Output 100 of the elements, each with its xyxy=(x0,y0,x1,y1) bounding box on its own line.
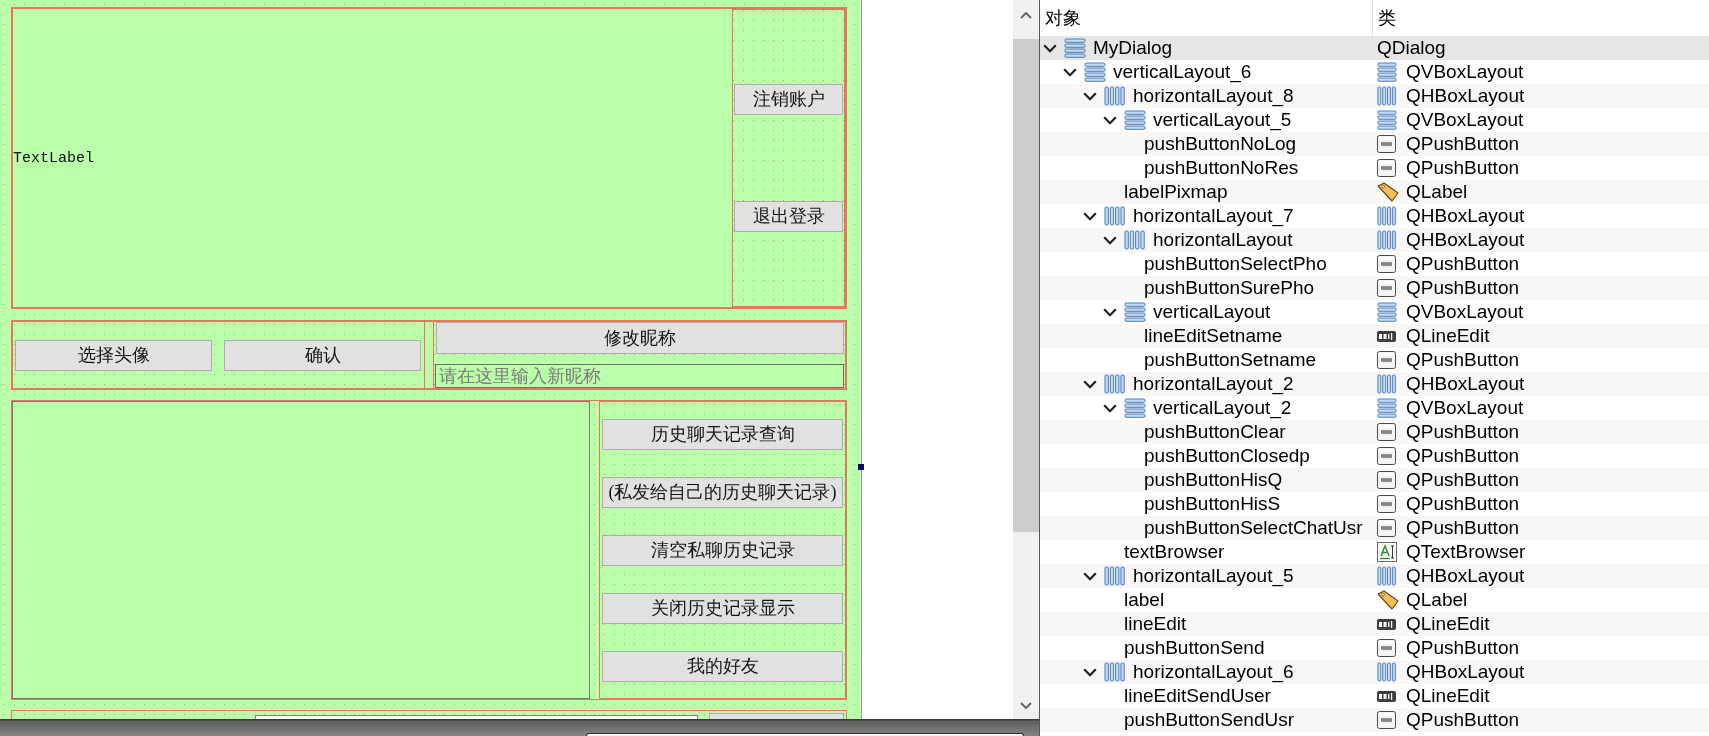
class-name: QVBoxLayout xyxy=(1406,300,1524,324)
push-button[interactable]: 关闭历史记录显示 xyxy=(602,593,843,624)
tree-row[interactable]: pushButtonSelectPho QPushButton xyxy=(1040,252,1709,276)
class-name: QLineEdit xyxy=(1406,684,1490,708)
class-name: QPushButton xyxy=(1406,708,1520,732)
object-name: lineEdit xyxy=(1124,612,1187,636)
tree-row[interactable]: labelPixmap QLabel xyxy=(1040,180,1709,204)
tree-row[interactable]: pushButtonHisS QPushButton xyxy=(1040,492,1709,516)
push-button[interactable]: 选择头像 xyxy=(15,339,212,371)
object-name: lineEditSendUser xyxy=(1124,684,1271,708)
chevron-down-icon[interactable] xyxy=(1083,91,1097,101)
object-name: pushButtonSelectChatUsr xyxy=(1144,516,1363,540)
tree-row[interactable]: horizontalLayout_7 QHBoxLayout xyxy=(1040,204,1709,228)
tree-row[interactable]: pushButtonSurePho QPushButton xyxy=(1040,276,1709,300)
tree-row[interactable]: horizontalLayout_8 QHBoxLayout xyxy=(1040,84,1709,108)
text-label: TextLabel xyxy=(13,149,94,167)
object-name: pushButtonSendUsr xyxy=(1124,708,1295,732)
object-name: horizontalLayout xyxy=(1153,228,1293,252)
class-name: QPushButton xyxy=(1406,156,1520,180)
text-field-icon xyxy=(1377,618,1396,630)
object-name: verticalLayout_5 xyxy=(1153,108,1292,132)
column-header[interactable]: 类 xyxy=(1373,0,1396,36)
chevron-down-icon[interactable] xyxy=(1083,211,1097,221)
tree-row[interactable]: pushButtonNoRes QPushButton xyxy=(1040,156,1709,180)
input-field[interactable]: 请在这里输入新昵称 xyxy=(435,364,844,388)
push-button-icon xyxy=(1377,447,1396,465)
chevron-down-icon[interactable] xyxy=(1083,571,1097,581)
tree-row[interactable]: textBrowser QTextBrowser xyxy=(1040,540,1709,564)
tree-row[interactable]: pushButtonSetname QPushButton xyxy=(1040,348,1709,372)
class-name: QPushButton xyxy=(1406,516,1520,540)
stacked-rows-icon xyxy=(1124,302,1146,322)
class-name: QPushButton xyxy=(1406,444,1520,468)
chevron-down-icon[interactable] xyxy=(1103,235,1117,245)
tree-row[interactable]: pushButtonSendUsr QPushButton xyxy=(1040,708,1709,732)
object-name: pushButtonNoRes xyxy=(1144,156,1299,180)
class-name: QVBoxLayout xyxy=(1406,108,1524,132)
tree-row[interactable]: verticalLayout_5 QVBoxLayout xyxy=(1040,108,1709,132)
object-name: pushButtonNoLog xyxy=(1144,132,1297,156)
tree-row[interactable]: pushButtonSelectChatUsr QPushButton xyxy=(1040,516,1709,540)
chevron-down-icon[interactable] xyxy=(1063,67,1077,77)
tree-row[interactable]: horizontalLayout_6 QHBoxLayout xyxy=(1040,660,1709,684)
chevron-down-icon[interactable] xyxy=(1043,43,1057,53)
stacked-rows-icon xyxy=(1084,62,1106,82)
tree-row[interactable]: horizontalLayout_2 QHBoxLayout xyxy=(1040,372,1709,396)
chevron-down-icon[interactable] xyxy=(1083,667,1097,677)
push-button[interactable]: 清空私聊历史记录 xyxy=(602,535,843,566)
object-name: verticalLayout_2 xyxy=(1153,396,1292,420)
resize-handle[interactable] xyxy=(858,464,864,470)
tree-row[interactable]: lineEditSendUser QLineEdit xyxy=(1040,684,1709,708)
stacked-rows-icon xyxy=(1124,110,1146,130)
tree-row[interactable]: label QLabel xyxy=(1040,588,1709,612)
object-name: labelPixmap xyxy=(1124,180,1228,204)
tree-row[interactable]: horizontalLayout QHBoxLayout xyxy=(1040,228,1709,252)
scrollbar-track[interactable] xyxy=(1013,0,1039,719)
object-name: pushButtonHisS xyxy=(1144,492,1281,516)
object-name: verticalLayout xyxy=(1153,300,1271,324)
text-field-icon xyxy=(1377,330,1396,342)
push-button-icon xyxy=(1377,159,1396,177)
push-button[interactable]: 确认 xyxy=(224,339,421,371)
class-name: QPushButton xyxy=(1406,132,1520,156)
tree-row[interactable]: pushButtonNoLog QPushButton xyxy=(1040,132,1709,156)
push-button[interactable]: 注销账户 xyxy=(734,84,843,115)
chevron-down-icon[interactable] xyxy=(1103,307,1117,317)
tree-row[interactable]: lineEdit QLineEdit xyxy=(1040,612,1709,636)
class-name: QVBoxLayout xyxy=(1406,396,1524,420)
class-name: QLineEdit xyxy=(1406,612,1490,636)
chevron-down-icon[interactable] xyxy=(1083,379,1097,389)
class-name: QVBoxLayout xyxy=(1406,60,1524,84)
tree-row[interactable]: pushButtonClosedp QPushButton xyxy=(1040,444,1709,468)
tree-row[interactable]: verticalLayout_6 QVBoxLayout xyxy=(1040,60,1709,84)
object-name: pushButtonSend xyxy=(1124,636,1265,660)
tree-row[interactable]: verticalLayout QVBoxLayout xyxy=(1040,300,1709,324)
chevron-up-icon[interactable] xyxy=(1020,12,1032,19)
object-name: pushButtonClosedp xyxy=(1144,444,1310,468)
tree-row[interactable]: pushButtonHisQ QPushButton xyxy=(1040,468,1709,492)
tree-row[interactable]: pushButtonSend QPushButton xyxy=(1040,636,1709,660)
tree-row[interactable]: verticalLayout_2 QVBoxLayout xyxy=(1040,396,1709,420)
push-button-icon xyxy=(1377,639,1396,657)
object-name: horizontalLayout_8 xyxy=(1133,84,1294,108)
tree-row[interactable]: lineEditSetname QLineEdit xyxy=(1040,324,1709,348)
push-button[interactable]: 修改昵称 xyxy=(436,322,844,354)
chevron-down-icon[interactable] xyxy=(1103,115,1117,125)
push-button[interactable]: (私发给自己的历史聊天记录) xyxy=(602,477,843,508)
class-name: QPushButton xyxy=(1406,468,1520,492)
stacked-rows-icon xyxy=(1064,38,1086,58)
push-button-icon xyxy=(1377,135,1396,153)
columns-icon xyxy=(1104,86,1126,106)
object-name: lineEditSetname xyxy=(1144,324,1283,348)
columns-icon xyxy=(1377,86,1397,106)
push-button[interactable]: 我的好友 xyxy=(602,651,843,682)
tree-row[interactable]: MyDialog QDialog xyxy=(1040,36,1709,60)
input-field[interactable] xyxy=(586,733,1024,736)
push-button[interactable]: 历史聊天记录查询 xyxy=(602,419,843,450)
push-button-icon xyxy=(1377,495,1396,513)
tree-row[interactable]: pushButtonClear QPushButton xyxy=(1040,420,1709,444)
scrollbar-thumb[interactable] xyxy=(1013,39,1039,532)
input-field[interactable] xyxy=(255,715,698,719)
tree-row[interactable]: horizontalLayout_5 QHBoxLayout xyxy=(1040,564,1709,588)
chevron-down-icon[interactable] xyxy=(1103,403,1117,413)
push-button[interactable]: 退出登录 xyxy=(734,201,843,232)
